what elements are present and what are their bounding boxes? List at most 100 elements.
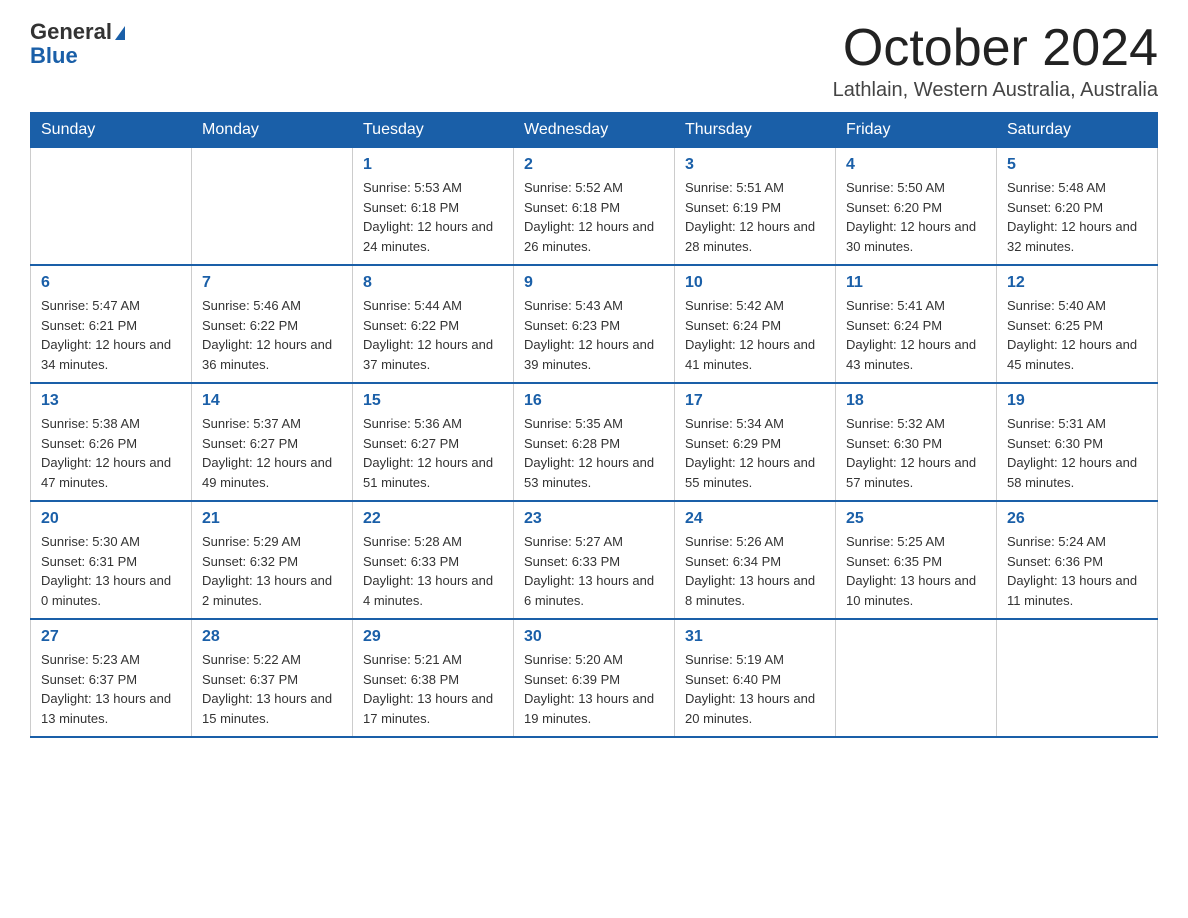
day-info: Sunrise: 5:21 AMSunset: 6:38 PMDaylight:…	[363, 650, 503, 728]
title-section: October 2024 Lathlain, Western Australia…	[833, 20, 1158, 102]
logo-blue-text: Blue	[30, 43, 78, 68]
day-of-week-wednesday: Wednesday	[514, 113, 675, 148]
day-number: 8	[363, 274, 503, 292]
day-info: Sunrise: 5:23 AMSunset: 6:37 PMDaylight:…	[41, 650, 181, 728]
calendar-cell	[836, 619, 997, 737]
day-of-week-sunday: Sunday	[31, 113, 192, 148]
calendar-week-2: 6 Sunrise: 5:47 AMSunset: 6:21 PMDaylight…	[31, 265, 1158, 383]
calendar-week-3: 13 Sunrise: 5:38 AMSunset: 6:26 PMDayligh…	[31, 383, 1158, 501]
day-number: 23	[524, 510, 664, 528]
day-number: 5	[1007, 156, 1147, 174]
day-number: 15	[363, 392, 503, 410]
calendar-cell	[31, 148, 192, 266]
day-info: Sunrise: 5:38 AMSunset: 6:26 PMDaylight:…	[41, 414, 181, 492]
calendar-cell: 16 Sunrise: 5:35 AMSunset: 6:28 PMDayligh…	[514, 383, 675, 501]
calendar-cell: 17 Sunrise: 5:34 AMSunset: 6:29 PMDayligh…	[675, 383, 836, 501]
logo-triangle-icon	[115, 26, 125, 40]
calendar-week-4: 20 Sunrise: 5:30 AMSunset: 6:31 PMDayligh…	[31, 501, 1158, 619]
day-number: 7	[202, 274, 342, 292]
calendar-week-1: 1 Sunrise: 5:53 AMSunset: 6:18 PMDaylight…	[31, 148, 1158, 266]
day-info: Sunrise: 5:28 AMSunset: 6:33 PMDaylight:…	[363, 532, 503, 610]
day-info: Sunrise: 5:34 AMSunset: 6:29 PMDaylight:…	[685, 414, 825, 492]
day-info: Sunrise: 5:42 AMSunset: 6:24 PMDaylight:…	[685, 296, 825, 374]
calendar-cell: 12 Sunrise: 5:40 AMSunset: 6:25 PMDayligh…	[997, 265, 1158, 383]
day-of-week-thursday: Thursday	[675, 113, 836, 148]
day-number: 21	[202, 510, 342, 528]
calendar-cell: 11 Sunrise: 5:41 AMSunset: 6:24 PMDayligh…	[836, 265, 997, 383]
month-title: October 2024	[833, 20, 1158, 77]
day-number: 3	[685, 156, 825, 174]
day-info: Sunrise: 5:27 AMSunset: 6:33 PMDaylight:…	[524, 532, 664, 610]
calendar-header: SundayMondayTuesdayWednesdayThursdayFrid…	[31, 113, 1158, 148]
day-number: 17	[685, 392, 825, 410]
day-number: 9	[524, 274, 664, 292]
calendar-cell: 21 Sunrise: 5:29 AMSunset: 6:32 PMDayligh…	[192, 501, 353, 619]
calendar-cell: 29Sunrise: 5:21 AMSunset: 6:38 PMDayligh…	[353, 619, 514, 737]
calendar-cell: 23 Sunrise: 5:27 AMSunset: 6:33 PMDayligh…	[514, 501, 675, 619]
page-header: General Blue October 2024 Lathlain, West…	[30, 20, 1158, 102]
calendar-cell: 24 Sunrise: 5:26 AMSunset: 6:34 PMDayligh…	[675, 501, 836, 619]
day-number: 26	[1007, 510, 1147, 528]
day-info: Sunrise: 5:32 AMSunset: 6:30 PMDaylight:…	[846, 414, 986, 492]
day-info: Sunrise: 5:35 AMSunset: 6:28 PMDaylight:…	[524, 414, 664, 492]
day-info: Sunrise: 5:53 AMSunset: 6:18 PMDaylight:…	[363, 178, 503, 256]
location-text: Lathlain, Western Australia, Australia	[833, 79, 1158, 102]
day-info: Sunrise: 5:31 AMSunset: 6:30 PMDaylight:…	[1007, 414, 1147, 492]
day-info: Sunrise: 5:44 AMSunset: 6:22 PMDaylight:…	[363, 296, 503, 374]
day-number: 13	[41, 392, 181, 410]
logo-line1: General	[30, 20, 125, 44]
calendar-cell	[997, 619, 1158, 737]
day-number: 2	[524, 156, 664, 174]
day-info: Sunrise: 5:20 AMSunset: 6:39 PMDaylight:…	[524, 650, 664, 728]
days-of-week-row: SundayMondayTuesdayWednesdayThursdayFrid…	[31, 113, 1158, 148]
day-number: 25	[846, 510, 986, 528]
day-of-week-tuesday: Tuesday	[353, 113, 514, 148]
day-number: 20	[41, 510, 181, 528]
day-info: Sunrise: 5:19 AMSunset: 6:40 PMDaylight:…	[685, 650, 825, 728]
day-number: 16	[524, 392, 664, 410]
calendar-cell: 27Sunrise: 5:23 AMSunset: 6:37 PMDayligh…	[31, 619, 192, 737]
day-info: Sunrise: 5:26 AMSunset: 6:34 PMDaylight:…	[685, 532, 825, 610]
calendar-cell: 4Sunrise: 5:50 AMSunset: 6:20 PMDaylight…	[836, 148, 997, 266]
calendar-cell: 10 Sunrise: 5:42 AMSunset: 6:24 PMDayligh…	[675, 265, 836, 383]
calendar-cell: 28Sunrise: 5:22 AMSunset: 6:37 PMDayligh…	[192, 619, 353, 737]
calendar-cell: 26 Sunrise: 5:24 AMSunset: 6:36 PMDayligh…	[997, 501, 1158, 619]
day-info: Sunrise: 5:24 AMSunset: 6:36 PMDaylight:…	[1007, 532, 1147, 610]
calendar-cell: 6 Sunrise: 5:47 AMSunset: 6:21 PMDaylight…	[31, 265, 192, 383]
day-number: 18	[846, 392, 986, 410]
day-of-week-monday: Monday	[192, 113, 353, 148]
calendar-cell: 18 Sunrise: 5:32 AMSunset: 6:30 PMDayligh…	[836, 383, 997, 501]
calendar-cell	[192, 148, 353, 266]
day-info: Sunrise: 5:40 AMSunset: 6:25 PMDaylight:…	[1007, 296, 1147, 374]
day-info: Sunrise: 5:25 AMSunset: 6:35 PMDaylight:…	[846, 532, 986, 610]
day-info: Sunrise: 5:47 AMSunset: 6:21 PMDaylight:…	[41, 296, 181, 374]
day-info: Sunrise: 5:43 AMSunset: 6:23 PMDaylight:…	[524, 296, 664, 374]
day-number: 12	[1007, 274, 1147, 292]
calendar-cell: 31 Sunrise: 5:19 AMSunset: 6:40 PMDayligh…	[675, 619, 836, 737]
day-number: 4	[846, 156, 986, 174]
day-number: 10	[685, 274, 825, 292]
calendar-cell: 30 Sunrise: 5:20 AMSunset: 6:39 PMDayligh…	[514, 619, 675, 737]
calendar-cell: 3 Sunrise: 5:51 AMSunset: 6:19 PMDaylight…	[675, 148, 836, 266]
day-number: 6	[41, 274, 181, 292]
day-number: 24	[685, 510, 825, 528]
day-number: 30	[524, 628, 664, 646]
calendar-cell: 15Sunrise: 5:36 AMSunset: 6:27 PMDayligh…	[353, 383, 514, 501]
day-info: Sunrise: 5:48 AMSunset: 6:20 PMDaylight:…	[1007, 178, 1147, 256]
day-info: Sunrise: 5:41 AMSunset: 6:24 PMDaylight:…	[846, 296, 986, 374]
day-info: Sunrise: 5:46 AMSunset: 6:22 PMDaylight:…	[202, 296, 342, 374]
day-of-week-friday: Friday	[836, 113, 997, 148]
day-info: Sunrise: 5:29 AMSunset: 6:32 PMDaylight:…	[202, 532, 342, 610]
day-info: Sunrise: 5:51 AMSunset: 6:19 PMDaylight:…	[685, 178, 825, 256]
day-number: 31	[685, 628, 825, 646]
calendar-cell: 25 Sunrise: 5:25 AMSunset: 6:35 PMDayligh…	[836, 501, 997, 619]
calendar-body: 1 Sunrise: 5:53 AMSunset: 6:18 PMDaylight…	[31, 148, 1158, 738]
day-number: 14	[202, 392, 342, 410]
calendar-cell: 13 Sunrise: 5:38 AMSunset: 6:26 PMDayligh…	[31, 383, 192, 501]
day-number: 1	[363, 156, 503, 174]
calendar-table: SundayMondayTuesdayWednesdayThursdayFrid…	[30, 112, 1158, 738]
calendar-week-5: 27Sunrise: 5:23 AMSunset: 6:37 PMDayligh…	[31, 619, 1158, 737]
calendar-cell: 7 Sunrise: 5:46 AMSunset: 6:22 PMDaylight…	[192, 265, 353, 383]
day-info: Sunrise: 5:30 AMSunset: 6:31 PMDaylight:…	[41, 532, 181, 610]
day-number: 11	[846, 274, 986, 292]
